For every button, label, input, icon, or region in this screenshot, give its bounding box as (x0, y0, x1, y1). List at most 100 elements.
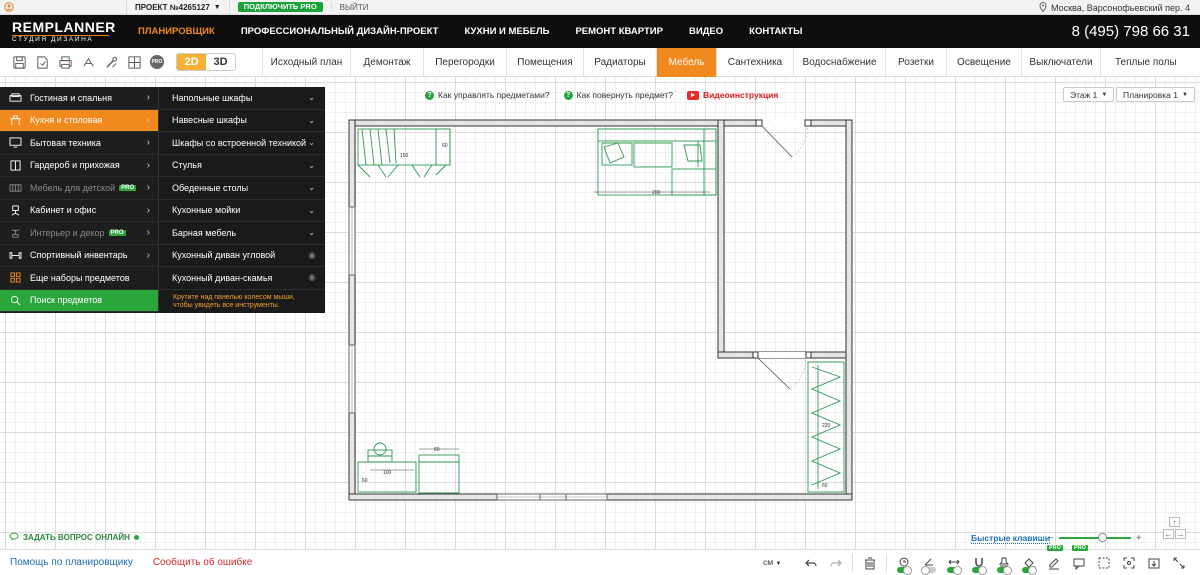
connect-pro-button[interactable]: ПОДКЛЮЧИТЬ PRO (237, 2, 323, 12)
tab-partitions[interactable]: Перегородки (423, 48, 506, 77)
layout-icon[interactable] (123, 51, 146, 73)
tab-rooms[interactable]: Помещения (506, 48, 583, 77)
focus-icon[interactable] (1116, 550, 1141, 575)
magnet-toggle[interactable] (972, 566, 987, 575)
address[interactable]: Москва, Варсонофьевский пер. 4 (1039, 0, 1190, 15)
category-office[interactable]: Кабинет и офис › (0, 200, 158, 222)
wall-top-right[interactable] (807, 119, 853, 127)
timer-icon[interactable] (891, 550, 916, 575)
tab-heated-floors[interactable]: Теплые полы (1100, 48, 1180, 77)
corner-sofa[interactable] (597, 128, 717, 196)
eye-icon[interactable]: ◉ (308, 272, 316, 283)
open-file-icon[interactable] (31, 51, 54, 73)
subcategory-corner-sofa[interactable]: Кухонный диван угловой ◉ (159, 245, 325, 267)
select-area-icon[interactable] (1091, 550, 1116, 575)
category-appliances[interactable]: Бытовая техника › (0, 132, 158, 155)
pencil-icon[interactable]: PRO (1041, 545, 1066, 575)
nav-contacts[interactable]: КОНТАКТЫ (736, 15, 815, 48)
snap-toggle[interactable] (947, 566, 962, 575)
pan-right-icon[interactable]: → (1175, 529, 1186, 539)
paint-toggle[interactable] (1022, 566, 1037, 575)
export-icon[interactable] (1141, 550, 1166, 575)
angle-icon[interactable] (916, 550, 941, 575)
category-wardrobe-hallway[interactable]: Гардероб и прихожая › (0, 155, 158, 177)
category-kitchen-dining[interactable]: Кухня и столовая › (0, 109, 158, 132)
subcategory-floor-cabinets[interactable]: Напольные шкафы ⌄ (159, 87, 325, 110)
subcategory-chairs[interactable]: Стулья ⌄ (159, 155, 325, 177)
door-leaf[interactable] (761, 125, 793, 158)
phone-number[interactable]: 8 (495) 798 66 31 (1072, 15, 1190, 48)
fullscreen-icon[interactable] (1166, 550, 1191, 575)
user-icon[interactable] (0, 0, 18, 15)
category-sport[interactable]: Спортивный инвентарь › (0, 245, 158, 267)
project-selector[interactable]: ПРОЕКТ №4265127 ▼ (126, 0, 230, 15)
units-selector[interactable]: см ▼ (763, 557, 781, 567)
nav-design-project[interactable]: ПРОФЕССИОНАЛЬНЫЙ ДИЗАЙН-ПРОЕКТ (228, 15, 452, 48)
category-kids-furniture[interactable]: Мебель для детской PRO › (0, 177, 158, 200)
nav-video[interactable]: ВИДЕО (676, 15, 736, 48)
magnet-icon[interactable] (966, 550, 991, 575)
tab-switches[interactable]: Выключатели (1021, 48, 1100, 77)
stamp-icon[interactable] (991, 550, 1016, 575)
trash-icon[interactable] (857, 550, 882, 575)
save-icon[interactable] (8, 51, 31, 73)
door-leaf-2[interactable] (757, 357, 791, 390)
subcategory-bench-sofa[interactable]: Кухонный диван-скамья ◉ (159, 267, 325, 290)
tab-sockets[interactable]: Розетки (885, 48, 946, 77)
category-more-sets[interactable]: Еще наборы предметов (0, 267, 158, 290)
zoom-out-button[interactable]: − (1048, 533, 1054, 544)
help-manage-items[interactable]: ? Как управлять предметами? (425, 90, 550, 100)
tab-furniture[interactable]: Мебель (656, 48, 716, 77)
print-icon[interactable] (54, 51, 77, 73)
wall-right[interactable] (845, 119, 853, 501)
tab-lighting[interactable]: Освещение (946, 48, 1021, 77)
share-icon[interactable] (77, 51, 100, 73)
wall-left[interactable] (348, 119, 356, 501)
pan-up-icon[interactable]: ↑ (1169, 517, 1180, 527)
tab-water-supply[interactable]: Водоснабжение (793, 48, 885, 77)
nav-kitchens[interactable]: КУХНИ И МЕБЕЛЬ (451, 15, 562, 48)
cabinet-bottom[interactable] (418, 454, 460, 494)
zoom-slider-knob[interactable] (1097, 533, 1107, 542)
hotkeys-link[interactable]: Быстрые клавиши (971, 533, 1051, 544)
zoom-slider[interactable] (1058, 533, 1131, 542)
partition-vertical[interactable] (717, 119, 725, 359)
exit-link[interactable]: ВЫЙТИ (330, 2, 368, 12)
subcategory-bar-furniture[interactable]: Барная мебель ⌄ (159, 222, 325, 245)
subcategory-dining-tables[interactable]: Обеденные столы ⌄ (159, 177, 325, 200)
ask-question-online[interactable]: ЗАДАТЬ ВОПРОС ОНЛАЙН (9, 532, 139, 543)
tab-plumbing[interactable]: Сантехника (716, 48, 793, 77)
video-instruction-link[interactable]: Видеоинструкция (686, 90, 778, 100)
redo-icon[interactable] (823, 550, 848, 575)
pro-icon[interactable]: PRO (150, 55, 164, 69)
mode-2d-button[interactable]: 2D (177, 54, 206, 70)
floor-selector[interactable]: Этаж 1 ▼ (1063, 87, 1115, 102)
paint-bucket-icon[interactable] (1016, 550, 1041, 575)
pan-left-icon[interactable]: ← (1163, 529, 1174, 539)
planner-help-link[interactable]: Помощь по планировщику (10, 557, 133, 568)
layout-selector[interactable]: Планировка 1 ▼ (1116, 87, 1195, 102)
report-error-link[interactable]: Сообщить об ошибке (153, 557, 252, 568)
stamp-toggle[interactable] (997, 566, 1012, 575)
tools-icon[interactable] (100, 51, 123, 73)
subcategory-wall-cabinets[interactable]: Навесные шкафы ⌄ (159, 110, 325, 132)
comment-icon[interactable]: PRO (1066, 545, 1091, 575)
snap-icon[interactable] (941, 550, 966, 575)
tab-source-plan[interactable]: Исходный план (262, 48, 350, 77)
tab-demolition[interactable]: Демонтаж (350, 48, 423, 77)
subcategory-sinks[interactable]: Кухонные мойки ⌄ (159, 200, 325, 222)
category-interior-decor[interactable]: Интерьер и декор PRO › (0, 222, 158, 245)
eye-icon[interactable]: ◉ (308, 250, 316, 261)
mode-3d-button[interactable]: 3D (206, 54, 235, 70)
dining-table[interactable] (357, 442, 417, 493)
angle-toggle[interactable] (921, 566, 936, 575)
wall-top[interactable] (348, 119, 759, 127)
logo[interactable]: REMPLANNER СТУДИЯ ДИЗАЙНА (0, 20, 125, 44)
tab-radiators[interactable]: Радиаторы (583, 48, 656, 77)
category-search[interactable]: Поиск предметов (0, 289, 158, 312)
help-rotate-item[interactable]: ? Как повернуть предмет? (563, 90, 673, 100)
zoom-in-button[interactable]: + (1136, 533, 1142, 544)
nav-renovation[interactable]: РЕМОНТ КВАРТИР (562, 15, 676, 48)
undo-icon[interactable] (798, 550, 823, 575)
category-living-bedroom[interactable]: Гостиная и спальня › (0, 87, 158, 110)
